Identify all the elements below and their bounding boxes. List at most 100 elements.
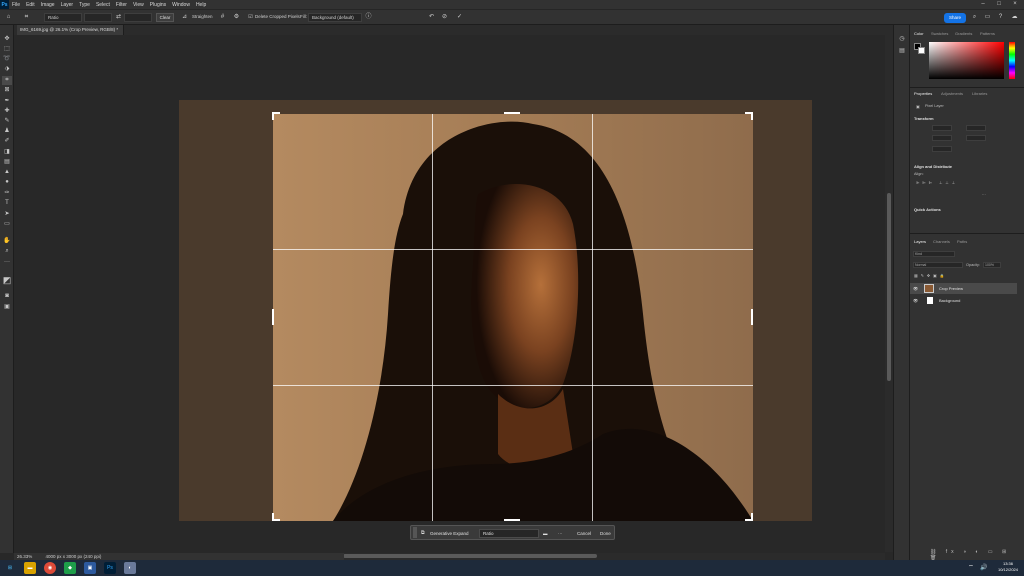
close-icon[interactable]: × — [1008, 0, 1022, 9]
menu-type[interactable]: Type — [76, 2, 93, 8]
share-button[interactable]: Share — [944, 13, 966, 23]
menu-image[interactable]: Image — [38, 2, 58, 8]
history-brush-icon[interactable]: ✐ — [2, 137, 12, 146]
screen-mode-icon[interactable]: ▣ — [2, 303, 12, 312]
rectangle-tool-icon[interactable]: ▭ — [2, 220, 12, 229]
quick-mask-icon[interactable]: ◙ — [2, 292, 12, 301]
menu-file[interactable]: File — [9, 2, 23, 8]
delete-cropped-label[interactable]: Delete Cropped Pixels — [255, 14, 300, 19]
crop-handle-bottom-right-v[interactable] — [751, 513, 753, 521]
overlay-grid-icon[interactable]: # — [218, 13, 227, 22]
volume-icon[interactable]: 🔊 — [978, 562, 990, 574]
crop-handle-top[interactable] — [504, 112, 520, 114]
path-select-icon[interactable]: ➤ — [2, 210, 12, 219]
color-field[interactable] — [929, 42, 1004, 79]
eye-icon[interactable]: 👁 — [913, 295, 918, 306]
healing-brush-icon[interactable]: ✚ — [2, 107, 12, 116]
comments-panel-icon[interactable]: ▤ — [897, 47, 907, 56]
eye-icon[interactable]: 👁 — [913, 283, 918, 294]
align-buttons-icon[interactable]: ⊫⊫⊫ ⊥⊥⊥ — [916, 180, 958, 185]
type-tool-icon[interactable]: T — [2, 199, 12, 208]
eraser-tool-icon[interactable]: ◨ — [2, 148, 12, 157]
cancel-icon[interactable]: ⊘ — [440, 13, 449, 22]
fill-select[interactable]: Background (default) — [308, 13, 362, 22]
minimize-icon[interactable]: – — [976, 0, 990, 9]
more-tools-icon[interactable]: ··· — [2, 258, 12, 267]
object-select-icon[interactable]: ⬗ — [2, 65, 12, 74]
context-ratio-select[interactable]: Ratio — [479, 529, 539, 538]
hand-tool-icon[interactable]: ✋ — [2, 237, 12, 246]
gradient-tool-icon[interactable]: ▤ — [2, 158, 12, 167]
stamp-tool-icon[interactable]: ♟ — [2, 127, 12, 136]
zoom-tool-icon[interactable]: ⌕ — [2, 247, 12, 256]
lock-icons[interactable]: ▦✎✥▣🔒 — [914, 273, 947, 278]
transform-width-field[interactable] — [932, 125, 952, 131]
menu-filter[interactable]: Filter — [113, 2, 130, 8]
tab-paths[interactable]: Paths — [957, 239, 967, 244]
transform-section[interactable]: Transform — [914, 116, 934, 121]
crop-handle-left[interactable] — [272, 309, 274, 325]
layer-filter-field[interactable]: Kind — [913, 251, 955, 257]
tab-libraries[interactable]: Libraries — [972, 91, 987, 96]
crop-tool-icon[interactable]: ⌗ — [22, 13, 31, 22]
align-distribute-section[interactable]: Align and Distribute — [914, 164, 952, 169]
layer-row[interactable]: 👁 Crop Preview — [910, 283, 1017, 294]
tab-gradients[interactable]: Gradients — [955, 31, 972, 36]
color-swatches-icon[interactable]: ◩ — [2, 276, 12, 285]
more-align-icon[interactable]: ··· — [982, 193, 986, 197]
taskbar-clock[interactable]: 13:36 10/12/2024 — [994, 561, 1022, 573]
crop-handle-bottom[interactable] — [504, 519, 520, 521]
hue-slider[interactable] — [1009, 42, 1015, 79]
done-button[interactable]: Done — [600, 529, 611, 538]
cloud-icon[interactable]: ☁ — [1010, 13, 1019, 22]
photoshop-taskbar-icon[interactable]: Ps — [104, 562, 116, 574]
crop-handle-bottom-left-v[interactable] — [272, 513, 274, 521]
cancel-button[interactable]: Cancel — [577, 529, 591, 538]
opacity-field[interactable]: 100% — [983, 262, 1001, 268]
crop-handle-top-right-v[interactable] — [751, 112, 753, 120]
layer-row[interactable]: 👁 Background — [910, 295, 1017, 306]
tab-patterns[interactable]: Patterns — [980, 31, 995, 36]
zoom-level[interactable]: 26.33% — [17, 554, 32, 559]
checkbox-icon[interactable]: ☑ — [246, 13, 255, 22]
app-icon[interactable]: ▣ — [84, 562, 96, 574]
layer-name[interactable]: Crop Preview — [939, 283, 963, 294]
eyedropper-icon[interactable]: ✒ — [2, 97, 12, 106]
transform-y-field[interactable] — [966, 135, 986, 141]
straighten-label[interactable]: Straighten — [192, 14, 213, 19]
network-icon[interactable]: ⌔ — [965, 562, 977, 574]
history-panel-icon[interactable]: ◷ — [897, 35, 907, 44]
search-icon[interactable]: ⌕ — [970, 13, 979, 22]
layer-name[interactable]: Background — [939, 295, 960, 306]
swap-icon[interactable]: ⇄ — [114, 13, 123, 22]
document-tab[interactable]: IMG_6169.jpg @ 26.1% (Crop Preview, RGB/… — [17, 25, 124, 35]
tab-layers[interactable]: Layers — [914, 239, 926, 244]
drag-handle-icon[interactable] — [413, 527, 417, 538]
clear-button[interactable]: Clear — [156, 13, 174, 22]
menu-help[interactable]: Help — [193, 2, 209, 8]
dodge-tool-icon[interactable]: ● — [2, 178, 12, 187]
home-icon[interactable]: ⌂ — [4, 13, 13, 22]
width-field[interactable] — [84, 13, 112, 22]
ratio-select[interactable]: Ratio — [44, 13, 82, 22]
checkmark-icon[interactable]: ✓ — [455, 13, 464, 22]
help-icon[interactable]: ? — [996, 13, 1005, 22]
menu-view[interactable]: View — [130, 2, 147, 8]
marquee-tool-icon[interactable]: ⬚ — [2, 45, 12, 54]
menu-plugins[interactable]: Plugins — [147, 2, 169, 8]
brush-tool-icon[interactable]: ✎ — [2, 117, 12, 126]
crop-handle-top-left-v[interactable] — [272, 112, 274, 120]
menu-layer[interactable]: Layer — [58, 2, 77, 8]
frame-tool-icon[interactable]: ⊠ — [2, 86, 12, 95]
tab-adjustments[interactable]: Adjustments — [941, 91, 963, 96]
gear-icon[interactable]: ⚙ — [232, 13, 241, 22]
straighten-icon[interactable]: ⊿ — [180, 13, 189, 22]
vertical-scroll-thumb[interactable] — [887, 193, 891, 381]
tab-properties[interactable]: Properties — [914, 91, 932, 96]
chrome-icon[interactable]: ◉ — [44, 562, 56, 574]
info-icon[interactable]: ⓘ — [364, 13, 373, 22]
background-color-swatch[interactable] — [918, 47, 925, 54]
tab-color[interactable]: Color — [914, 31, 924, 36]
crop-handle-right[interactable] — [751, 309, 753, 325]
transform-height-field[interactable] — [932, 135, 952, 141]
